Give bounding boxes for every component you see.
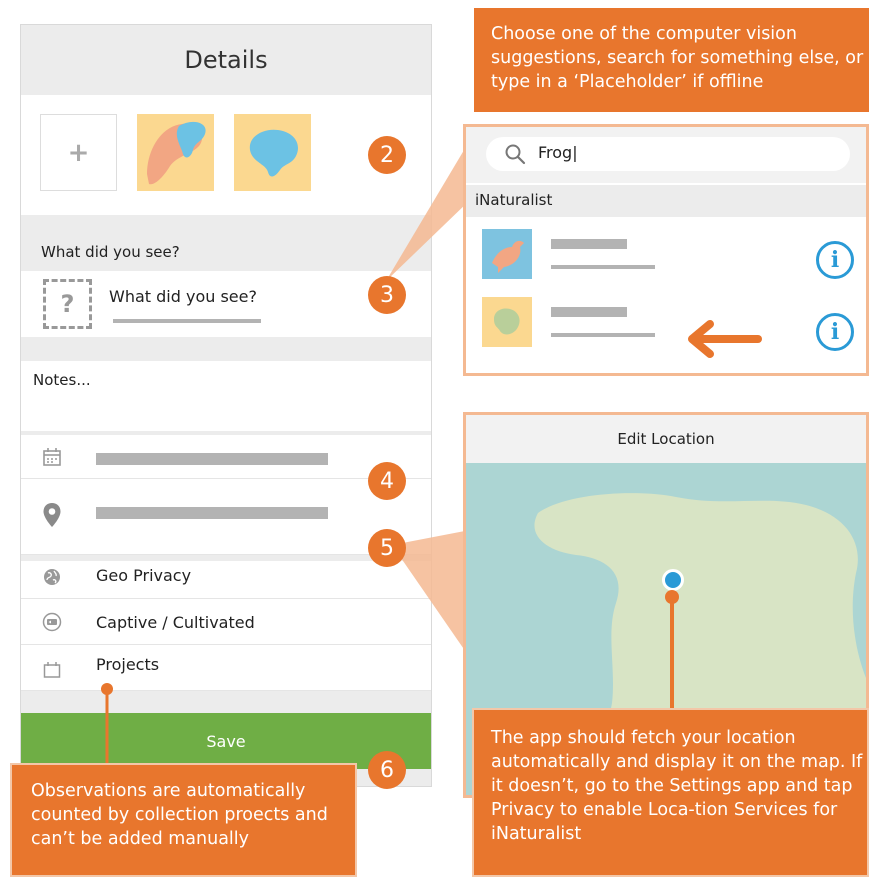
results-section-title: iNaturalist xyxy=(475,191,553,209)
page-title: Details xyxy=(184,46,268,74)
search-header xyxy=(466,127,866,183)
current-location-marker xyxy=(662,569,684,591)
calendar-icon xyxy=(41,446,63,468)
step-badge-6: 6 xyxy=(368,751,406,789)
details-header: Details xyxy=(21,25,431,95)
blob-illustration-icon xyxy=(249,129,298,177)
species-search-panel: iNaturalist i i xyxy=(463,124,869,376)
geo-privacy-label: Geo Privacy xyxy=(96,566,192,585)
result-subtitle-bar xyxy=(551,333,655,337)
frog-icon xyxy=(482,297,532,347)
location-title: Edit Location xyxy=(617,430,715,448)
details-screen: Details + What did you see? ? What did y… xyxy=(20,24,432,787)
section-gap xyxy=(21,215,431,243)
add-photo-button[interactable]: + xyxy=(40,114,117,191)
notes-field[interactable]: Notes... xyxy=(21,361,431,431)
search-field[interactable] xyxy=(486,137,850,171)
callout-species-suggestions: Choose one of the computer vision sugges… xyxy=(474,8,869,112)
location-pointer-dot xyxy=(665,590,679,604)
step-badge-3: 3 xyxy=(368,276,406,314)
info-icon[interactable]: i xyxy=(816,241,854,279)
bird-icon xyxy=(482,229,532,279)
results-section-header: iNaturalist xyxy=(466,185,866,217)
search-input[interactable] xyxy=(538,143,738,162)
section-gap xyxy=(21,691,431,713)
plus-icon: + xyxy=(67,137,90,168)
captive-label: Captive / Cultivated xyxy=(96,613,255,632)
unknown-species-icon: ? xyxy=(43,279,92,329)
arrow-left-icon xyxy=(688,320,762,358)
search-icon xyxy=(504,143,526,165)
geo-privacy-row[interactable]: Geo Privacy xyxy=(21,561,431,599)
step-badge-5: 5 xyxy=(368,529,406,567)
species-input[interactable]: What did you see? xyxy=(109,287,257,306)
callout-projects: Observations are automatically counted b… xyxy=(10,763,357,877)
projects-icon xyxy=(41,659,63,681)
section-gap xyxy=(21,337,431,361)
info-icon[interactable]: i xyxy=(816,313,854,351)
date-value-bar xyxy=(96,453,328,465)
captive-row[interactable]: Captive / Cultivated xyxy=(21,599,431,645)
species-input-underline xyxy=(113,319,261,323)
projects-label: Projects xyxy=(96,655,160,674)
step-badge-2: 2 xyxy=(368,136,406,174)
notes-placeholder: Notes... xyxy=(33,371,91,389)
location-header: Edit Location xyxy=(466,415,866,463)
callout-location: The app should fetch your location autom… xyxy=(472,708,869,877)
save-label: Save xyxy=(206,731,246,751)
result-title-bar xyxy=(551,239,627,249)
what-label: What did you see? xyxy=(41,243,180,261)
location-pointer-line xyxy=(670,593,674,713)
projects-row[interactable]: Projects xyxy=(21,645,431,691)
photo-thumbnail-2[interactable] xyxy=(234,114,311,191)
globe-icon xyxy=(41,566,63,588)
result-item-1[interactable]: i xyxy=(466,219,866,289)
location-pin-icon xyxy=(41,501,63,529)
photo-thumbnail-1[interactable] xyxy=(137,114,214,191)
captive-icon xyxy=(41,611,63,633)
result-subtitle-bar xyxy=(551,265,655,269)
result-title-bar xyxy=(551,307,627,317)
result-item-2[interactable]: i xyxy=(466,289,866,359)
frog-illustration-icon xyxy=(147,121,206,185)
location-value-bar xyxy=(96,507,328,519)
step-badge-4: 4 xyxy=(368,462,406,500)
